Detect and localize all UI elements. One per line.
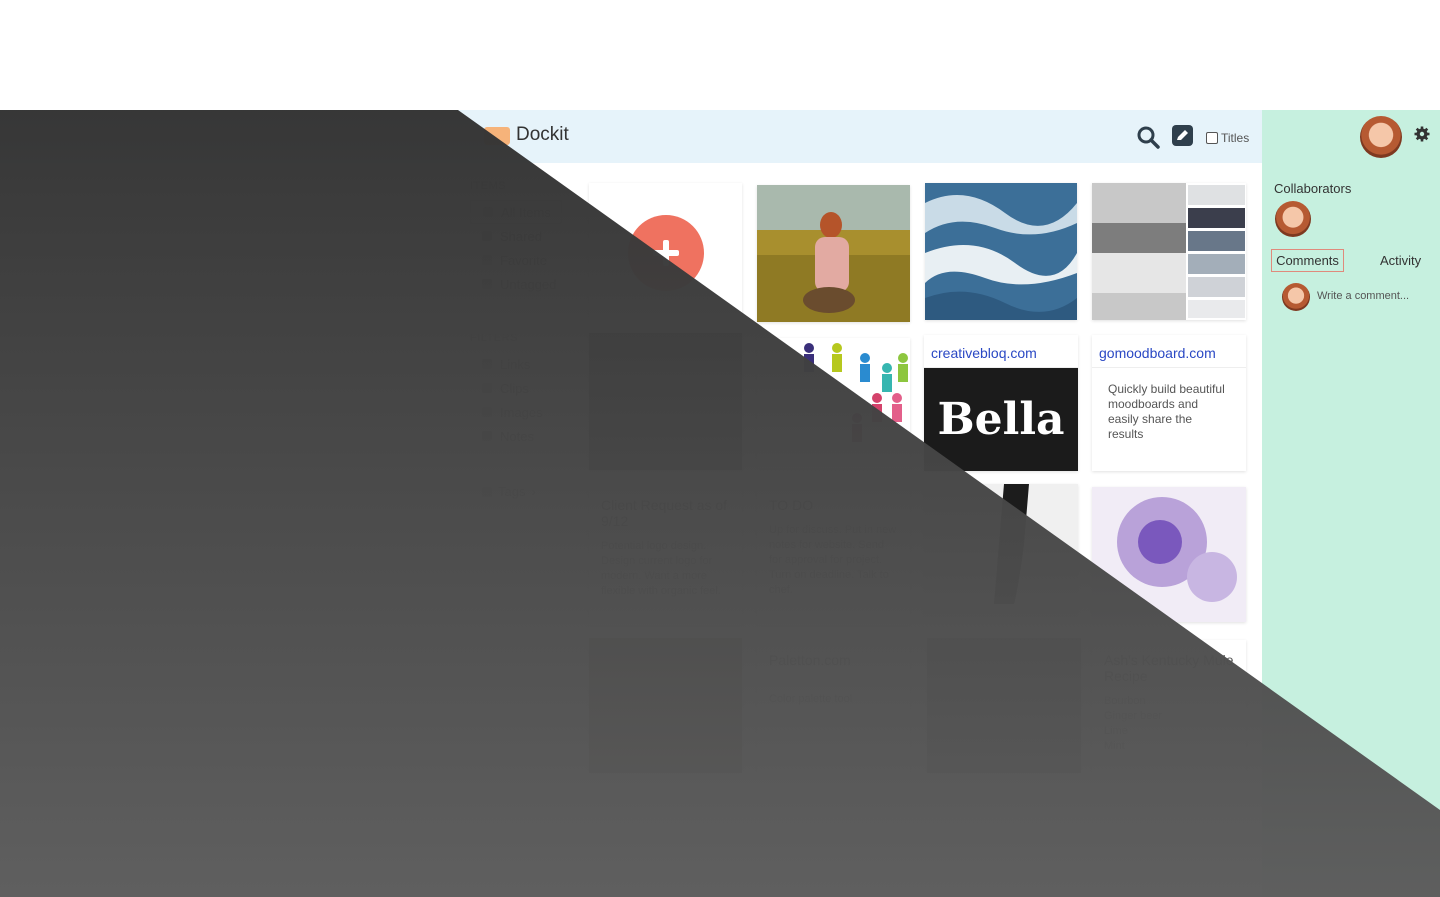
image-card-boots[interactable] [924,484,1078,622]
tab-activity[interactable]: Activity [1380,253,1421,268]
tag-icon [482,486,492,497]
new-note-button[interactable] [1172,125,1193,146]
dockit-app: Dockit Titles ITEMS All Items Shared Fav… [0,110,1440,897]
image-card-blue-marble[interactable] [925,183,1077,320]
note-card-client-request[interactable]: Client Request as of 9/12 Potential logo… [589,485,742,625]
user-avatar[interactable] [1360,116,1402,158]
items-heading: ITEMS [470,180,507,192]
top-header: Dockit Titles [0,110,1262,163]
link-card-paletton[interactable]: Paletton.com Color palette tool [757,640,910,775]
titles-toggle[interactable]: Titles [1206,131,1249,145]
link-icon [482,359,492,369]
right-panel: Collaborators Comments Activity Write a … [1262,110,1440,897]
note-card-todo[interactable]: TO DO Up for discuss. Put in new notes f… [757,485,910,625]
items-section: ITEMS All Items Shared Favorite Untagged [470,180,580,296]
users-icon [482,231,492,241]
sidebar-item-notes[interactable]: Notes [470,424,580,448]
boots-image [924,484,1078,622]
filters-section: FILTERS Links Clips Images Notes [470,332,580,448]
sidebar-item-images[interactable]: Images [470,400,580,424]
star-icon [482,255,492,265]
link-card-gomoodboard[interactable]: gomoodboard.com Quickly build beautiful … [1092,335,1246,471]
tab-comments[interactable]: Comments [1271,249,1344,272]
sidebar-item-clips[interactable]: Clips [470,376,580,400]
note-icon [482,431,492,441]
add-item-button[interactable] [628,215,704,291]
star-icon [483,207,493,217]
image-card-pattern[interactable] [589,333,742,470]
ocean-palette-image [1092,183,1245,320]
sidebar-item-label: Images [500,404,543,420]
image-card-purple-texture[interactable] [1092,487,1246,622]
left-sidebar: ITEMS All Items Shared Favorite Untagged… [470,180,580,499]
sidebar-item-tags[interactable]: Tags › [470,484,580,499]
bella-logo-image: Bella [924,368,1078,471]
sidebar-item-label: Clips [500,380,529,396]
gear-icon[interactable] [1414,126,1430,142]
note-title: TO DO [769,497,814,513]
link-domain[interactable]: gomoodboard.com [1092,335,1246,368]
sidebar-item-shared[interactable]: Shared [470,224,580,248]
titles-label: Titles [1221,131,1250,145]
image-card-field-girl[interactable] [757,185,910,322]
image-card-food[interactable] [589,638,742,773]
commenter-avatar [1282,283,1310,311]
sidebar-item-label: Links [500,356,531,372]
clip-icon [482,383,492,393]
image-card-ocean-palette[interactable] [1092,183,1246,320]
collaborator-avatar[interactable] [1275,201,1311,237]
note-body: Color palette tool [769,693,853,705]
clip-card-people-icons[interactable] [757,338,910,468]
comment-input[interactable]: Write a comment... [1317,290,1409,302]
sidebar-item-links[interactable]: Links [470,352,580,376]
pencil-icon [1177,130,1188,140]
image-icon [482,407,492,417]
search-icon[interactable] [1136,125,1160,149]
note-title: Ash's Kentucky Mule Recipe [1104,652,1234,684]
note-title: Paletton.com [769,652,851,668]
people-icons-image [804,343,908,442]
purple-texture-image [1092,487,1246,622]
chevron-right-icon: › [531,484,536,499]
sidebar-item-favorite[interactable]: Favorite [470,248,580,272]
sidebar-item-all-items[interactable]: All Items [470,200,562,224]
note-body: Up for discuss. Put in new notes for web… [769,524,897,596]
sidebar-item-label: Untagged [500,276,557,292]
sidebar-item-untagged[interactable]: Untagged [470,272,580,296]
dockit-logo-icon [484,127,510,145]
sidebar-item-label: Favorite [500,252,547,268]
blue-marble-image [925,183,1077,320]
sidebar-item-label: Shared [500,228,542,244]
note-body: Bourbon Ginger beer Lime Mint [1104,695,1163,752]
sidebar-item-label: All Items [501,204,551,220]
tags-label: Tags [498,484,526,499]
note-card-recipe[interactable]: Ash's Kentucky Mule Recipe Bourbon Ginge… [1092,640,1246,775]
titles-checkbox[interactable] [1206,132,1218,144]
tag-icon [482,279,492,289]
note-body: Potential logo design. Design current lo… [601,540,721,597]
link-domain[interactable]: creativebloq.com [924,335,1078,368]
sidebar-item-label: Notes [500,428,534,444]
link-description: Quickly build beautiful moodboards and e… [1108,382,1225,441]
field-girl-image [757,185,910,322]
image-card-portrait[interactable] [927,638,1081,773]
app-title: Dockit [516,124,569,145]
collaborators-label: Collaborators [1274,181,1352,196]
filters-heading: FILTERS [470,332,518,344]
note-title: Client Request as of 9/12 [601,497,728,529]
